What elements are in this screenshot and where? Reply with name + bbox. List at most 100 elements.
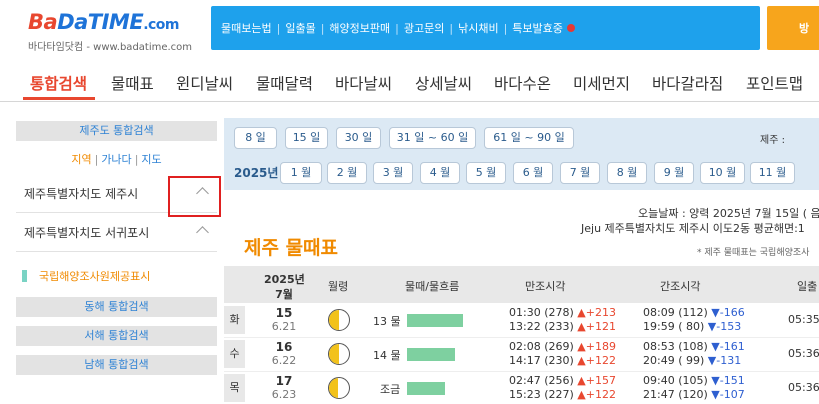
source-note: * 제주 물때표는 국립해양조사 xyxy=(697,248,810,258)
tab-map[interactable]: 지도 xyxy=(141,153,161,166)
region-label: 제주 : xyxy=(760,135,785,146)
notice-marker-icon xyxy=(22,270,27,282)
sidebar-item-label: 제주특별자치도 서귀포시 xyxy=(24,226,150,240)
month-5[interactable]: 5 월 xyxy=(466,162,506,184)
high-tide-2: 15:23 (227) ▲+122 xyxy=(509,388,616,401)
high-tide-1: 02:08 (269) ▲+189 xyxy=(509,340,616,353)
alert-dot-icon xyxy=(566,24,575,32)
nav-detail-weather[interactable]: 상세날씨 xyxy=(415,72,472,94)
east-sea-search-button[interactable]: 동해 통합검색 xyxy=(16,297,217,317)
tide-table-header xyxy=(224,266,819,303)
row-tide-name: 13 물 xyxy=(373,315,401,328)
location-text: Jeju 제주특별자치도 제주시 이도2동 평균해면:1 xyxy=(581,222,805,235)
low-tide-1: 09:40 (105) ▼-151 xyxy=(643,374,745,387)
month-6[interactable]: 6 월 xyxy=(513,162,553,184)
month-9[interactable]: 9 월 xyxy=(654,162,694,184)
high-tide-1: 02:47 (256) ▲+157 xyxy=(509,374,616,387)
link-ocean-info-sales[interactable]: 해양정보판매 xyxy=(329,20,390,36)
low-tide-2: 21:47 (120) ▼-107 xyxy=(643,388,745,401)
range-61-90-days[interactable]: 61 일 ~ 90 일 xyxy=(484,127,574,149)
nav-sea-weather[interactable]: 바다날씨 xyxy=(335,72,392,94)
range-31-60-days[interactable]: 31 일 ~ 60 일 xyxy=(389,127,476,149)
month-1[interactable]: 1 월 xyxy=(280,162,322,184)
tab-region[interactable]: 지역 xyxy=(71,153,91,166)
month-10[interactable]: 10 월 xyxy=(700,162,745,184)
month-3[interactable]: 3 월 xyxy=(373,162,413,184)
jeju-search-button[interactable]: 제주도 통합검색 xyxy=(16,121,217,141)
header-moon-age: 월령 xyxy=(328,280,349,293)
month-7[interactable]: 7 월 xyxy=(560,162,600,184)
header-month: 7월 xyxy=(275,288,293,301)
sidebar-item-label: 제주특별자치도 제주시 xyxy=(24,187,139,201)
today-date-text: 오늘날짜 : 양력 2025년 7월 15일 ( 음 xyxy=(638,207,819,220)
low-tide-1: 08:53 (108) ▼-161 xyxy=(643,340,745,353)
nav-divider xyxy=(0,101,819,102)
west-sea-search-button[interactable]: 서해 통합검색 xyxy=(16,326,217,346)
row-lunar-date: 6.23 xyxy=(271,388,297,401)
nav-active-underline xyxy=(23,97,95,100)
header-high-tide: 만조시각 xyxy=(525,280,566,293)
nav-windy-weather[interactable]: 윈디날씨 xyxy=(176,72,233,94)
month-8[interactable]: 8 월 xyxy=(607,162,647,184)
logo-subtitle: 바다타임닷컴 - www.badatime.com xyxy=(28,42,193,53)
header-year: 2025년 xyxy=(264,273,305,286)
page: BaDaTIME.com 바다타임닷컴 - www.badatime.com 물… xyxy=(0,0,819,404)
tide-flow-bar xyxy=(407,314,463,327)
high-tide-2: 13:22 (233) ▲+121 xyxy=(509,320,616,333)
range-15-days[interactable]: 15 일 xyxy=(285,127,328,149)
row-divider xyxy=(224,337,819,338)
header-low-tide: 간조시각 xyxy=(660,280,701,293)
link-how-to-read-tide[interactable]: 물때보는법 xyxy=(221,20,272,36)
high-tide-2: 14:17 (230) ▲+122 xyxy=(509,354,616,367)
nav-sea-temp[interactable]: 바다수온 xyxy=(494,72,551,94)
row-lunar-date: 6.21 xyxy=(271,320,297,333)
link-sunrise-sunset[interactable]: 일출몰 xyxy=(285,20,315,36)
low-tide-2: 19:59 ( 80) ▼-153 xyxy=(643,320,742,333)
row-tide-name: 조금 xyxy=(380,383,401,396)
sunrise-time: 05:36 xyxy=(788,347,819,360)
south-sea-search-button[interactable]: 남해 통합검색 xyxy=(16,355,217,375)
row-dow: 목 xyxy=(224,374,245,402)
tab-alphabetical[interactable]: 가나다 xyxy=(101,153,131,166)
tide-flow-bar xyxy=(407,348,455,361)
range-30-days[interactable]: 30 일 xyxy=(336,127,381,149)
nav-integrated-search[interactable]: 통합검색 xyxy=(30,72,87,94)
moon-phase-icon xyxy=(328,309,350,331)
low-tide-2: 20:49 ( 99) ▼-131 xyxy=(643,354,742,367)
khoa-notice: 국립해양조사원제공표시 xyxy=(16,268,150,284)
range-8-days[interactable]: 8 일 xyxy=(234,127,277,149)
chevron-up-icon[interactable] xyxy=(196,226,209,239)
link-ad-inquiry[interactable]: 광고문의 xyxy=(404,20,444,36)
nav-tide-table[interactable]: 물때표 xyxy=(111,72,154,94)
month-11[interactable]: 11 월 xyxy=(750,162,795,184)
moon-phase-icon xyxy=(328,377,350,399)
month-4[interactable]: 4 월 xyxy=(420,162,460,184)
highlight-box xyxy=(168,176,221,217)
year-label: 2025년 xyxy=(234,166,279,180)
nav-tide-calendar[interactable]: 물때달력 xyxy=(256,72,313,94)
high-tide-1: 01:30 (278) ▲+213 xyxy=(509,306,616,319)
link-fishing-gear[interactable]: 낚시채비 xyxy=(458,20,498,36)
row-divider xyxy=(224,371,819,372)
sunrise-time: 05:35 xyxy=(788,313,819,326)
nav-point-map[interactable]: 포인트맵 xyxy=(746,72,803,94)
top-right-button[interactable]: 방 xyxy=(767,6,819,50)
low-tide-1: 08:09 (112) ▼-166 xyxy=(643,306,745,319)
header-tide-flow: 물때/물흐름 xyxy=(405,280,460,293)
page-title: 제주 물때표 xyxy=(244,237,339,259)
row-lunar-date: 6.22 xyxy=(271,354,297,367)
moon-phase-icon xyxy=(328,343,350,365)
main-nav: 통합검색 물때표 윈디날씨 물때달력 바다날씨 상세날씨 바다수온 미세먼지 바… xyxy=(0,64,819,102)
nav-sea-parting[interactable]: 바다갈라짐 xyxy=(652,72,723,94)
nav-fine-dust[interactable]: 미세먼지 xyxy=(573,72,630,94)
sidebar-item-seogwipo-si[interactable]: 제주특별자치도 서귀포시 xyxy=(16,214,217,252)
row-dow: 수 xyxy=(224,340,245,368)
row-dow: 화 xyxy=(224,306,245,334)
tide-flow-bar xyxy=(407,382,445,395)
logo-wordmark: BaDaTIME.com xyxy=(28,10,180,34)
top-link-bar: 물때보는법 | 일출몰 | 해양정보판매 | 광고문의 | 낚시채비 | 특보발… xyxy=(211,6,760,50)
link-weather-warning[interactable]: 특보발효중 xyxy=(512,20,575,36)
row-date: 16 xyxy=(275,340,293,354)
site-logo[interactable]: BaDaTIME.com 바다타임닷컴 - www.badatime.com xyxy=(28,10,198,53)
month-2[interactable]: 2 월 xyxy=(327,162,367,184)
